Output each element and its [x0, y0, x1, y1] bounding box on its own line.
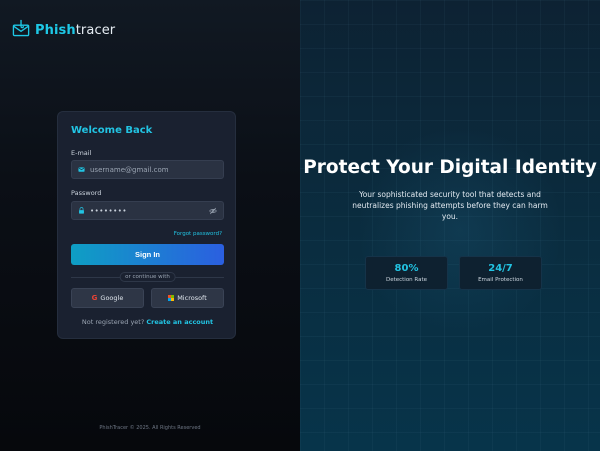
sign-in-button[interactable]: Sign In: [71, 244, 224, 265]
stat-label: Email Protection: [478, 277, 523, 283]
envelope-icon: [78, 166, 85, 173]
microsoft-button[interactable]: Microsoft: [151, 288, 224, 308]
password-label: Password: [71, 189, 102, 197]
password-value: ••••••••: [90, 206, 128, 215]
stat-label: Detection Rate: [385, 277, 428, 283]
google-button-label: Google: [100, 294, 124, 302]
login-card: Welcome Back E-mail username@gmail.com P…: [57, 111, 236, 339]
create-account-link[interactable]: Create an account: [146, 318, 213, 326]
email-field[interactable]: username@gmail.com: [71, 160, 224, 179]
stat-detection-rate: 80% Detection Rate: [365, 256, 448, 290]
stat-value: 80%: [394, 263, 419, 274]
google-button[interactable]: G Google: [71, 288, 144, 308]
stat-value: 24/7: [488, 263, 513, 274]
divider-text: or continue with: [119, 272, 176, 282]
brand-name: Phishtracer: [35, 23, 115, 38]
hero-description: Your sophisticated security tool that de…: [352, 190, 548, 221]
brand-name-part2: tracer: [75, 22, 116, 38]
email-placeholder: username@gmail.com: [90, 165, 169, 174]
password-field[interactable]: ••••••••: [71, 201, 224, 220]
hero-heading: Protect Your Digital Identity: [303, 157, 597, 178]
hero-content: Protect Your Digital Identity Your sophi…: [300, 158, 600, 222]
register-text: Not registered yet?: [81, 318, 145, 326]
mail-hook-logo-icon: [12, 18, 31, 42]
hero-panel: [300, 0, 600, 451]
microsoft-button-label: Microsoft: [177, 294, 207, 302]
lock-icon: [78, 207, 85, 214]
microsoft-icon: [168, 295, 175, 301]
eye-off-icon[interactable]: [209, 207, 217, 215]
google-icon: G: [91, 294, 98, 302]
email-label: E-mail: [71, 149, 92, 157]
social-divider: or continue with: [71, 272, 224, 282]
brand-logo[interactable]: Phishtracer: [12, 18, 115, 42]
login-title: Welcome Back: [71, 125, 153, 136]
background-glow: [360, 120, 560, 340]
brand-name-part1: Phish: [35, 22, 76, 38]
register-prompt: Not registered yet? Create an account: [58, 318, 237, 326]
copyright: PhishTracer © 2025. All Rights Reserved: [99, 425, 201, 431]
login-panel: Phishtracer Welcome Back E-mail username…: [0, 0, 300, 451]
stat-email-protection: 24/7 Email Protection: [459, 256, 542, 290]
forgot-password-link[interactable]: Forgot password?: [174, 231, 222, 237]
